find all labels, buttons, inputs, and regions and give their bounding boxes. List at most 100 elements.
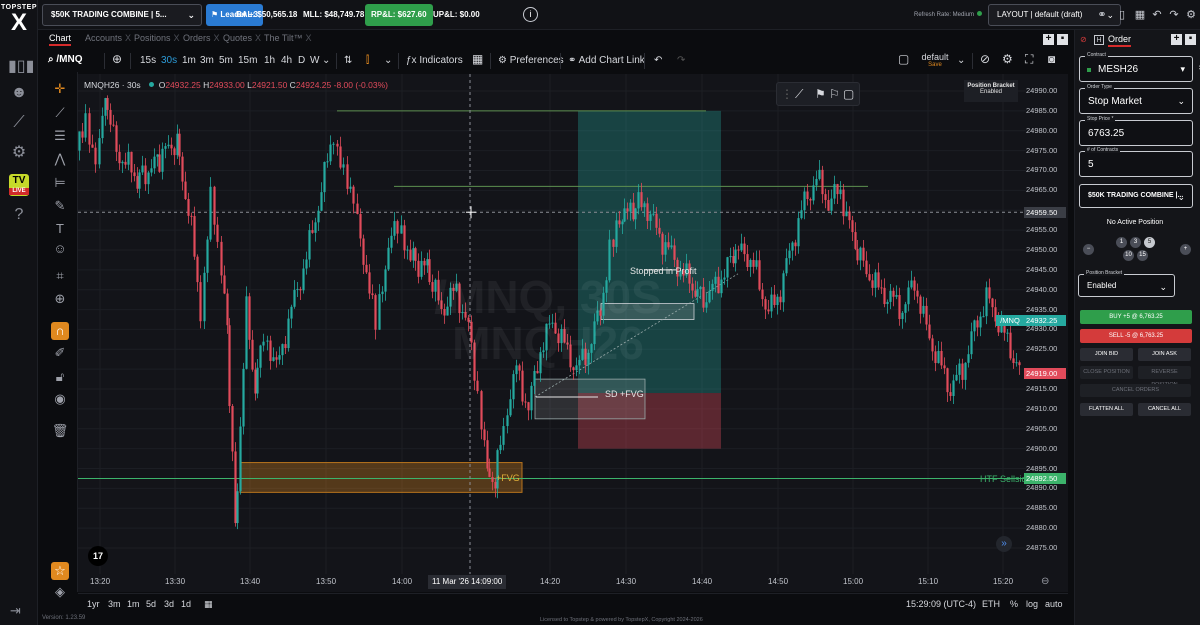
tab-order[interactable]: Order — [1108, 34, 1132, 47]
increase-qty-button[interactable]: + — [1180, 244, 1191, 255]
range-3d[interactable]: 3d — [164, 599, 174, 609]
range-1m[interactable]: 1m — [127, 599, 140, 609]
zoom-icon[interactable]: ⊕ — [51, 290, 69, 308]
cancel-orders-button[interactable]: CANCEL ORDERS — [1080, 384, 1191, 397]
tab-chart[interactable]: Chart — [49, 33, 72, 46]
tf-5m[interactable]: 5m — [219, 55, 233, 66]
info-icon[interactable]: i — [523, 7, 538, 22]
range-5d[interactable]: 5d — [146, 599, 156, 609]
close-icon[interactable]: X — [306, 33, 312, 43]
layout-box-icon[interactable]: ▢ — [898, 52, 909, 66]
trendline-icon[interactable]: ⟋ — [51, 104, 69, 122]
settings-icon[interactable]: ⚙ — [1184, 8, 1198, 22]
layers-icon[interactable]: ◈ — [51, 583, 69, 601]
add-tab-button[interactable]: + — [1043, 34, 1054, 45]
tv-live-icon[interactable]: TV LIVE — [9, 174, 29, 196]
lock-icon[interactable]: 🔓︎ — [51, 368, 69, 386]
position-bracket-badge[interactable]: Position Bracket Enabled — [964, 80, 1018, 102]
gear-icon[interactable]: ⚙ — [8, 142, 30, 164]
tab-orders[interactable]: Orders X — [183, 33, 220, 43]
tab-accounts[interactable]: Accounts X — [85, 33, 131, 43]
tf-3m[interactable]: 3m — [200, 55, 214, 66]
tf-30s[interactable]: 30s — [161, 55, 177, 66]
flatten-all-button[interactable]: FLATTEN ALL — [1080, 403, 1133, 416]
close-icon[interactable]: X — [125, 33, 131, 43]
maximize-button[interactable]: ▪ — [1057, 34, 1068, 45]
eye-icon[interactable]: ◉ — [51, 390, 69, 408]
tf-1m[interactable]: 1m — [182, 55, 196, 66]
candle-type-icon[interactable]: ⫿ — [366, 55, 369, 66]
marker-tool-icon[interactable]: ⚐ — [829, 87, 840, 101]
range-3m[interactable]: 3m — [108, 599, 121, 609]
account-select[interactable]: $50K TRADING COMBINE | 5... ⌄ — [42, 4, 202, 26]
range-1d[interactable]: 1d — [181, 599, 191, 609]
position-bracket-select[interactable]: Position Bracket Enabled ⌄ — [1078, 270, 1175, 297]
close-icon[interactable]: X — [255, 33, 261, 43]
gear-icon[interactable]: ⚙ — [1002, 52, 1013, 66]
undo-icon[interactable]: ↶ — [654, 55, 662, 66]
alert-icon[interactable]: ⊘ — [980, 52, 990, 66]
lock-drawing-icon[interactable]: ✐ — [51, 344, 69, 362]
decrease-qty-button[interactable]: − — [1083, 244, 1094, 255]
star-icon[interactable]: ☆ — [51, 562, 69, 580]
layout-name[interactable]: default Save — [920, 52, 950, 68]
tf-d[interactable]: D — [298, 55, 305, 66]
magnet-icon[interactable]: ∩ — [51, 322, 69, 340]
undo-icon[interactable]: ↶ — [1150, 8, 1164, 22]
auto-toggle[interactable]: auto — [1045, 599, 1063, 609]
scroll-to-realtime-icon[interactable]: » — [996, 536, 1012, 552]
preferences-button[interactable]: ⚙ Preferences — [498, 55, 564, 66]
axis-settings-icon[interactable]: ⊖ — [1041, 576, 1049, 587]
bar-type-icon[interactable]: ⇅ — [344, 55, 352, 66]
price-axis[interactable]: 24990.00 24985.00 24980.00 24975.00 24970.00… — [996, 74, 1068, 592]
qty-preset-3[interactable]: 3 — [1130, 237, 1141, 248]
indicators-button[interactable]: ƒx Indicators — [406, 55, 463, 66]
trend-icon[interactable]: ⟋ — [8, 112, 30, 134]
phone-icon[interactable]: ▯ — [1115, 8, 1129, 22]
qty-preset-5[interactable]: 5 — [1144, 237, 1155, 248]
help-icon[interactable]: ? — [8, 204, 30, 226]
redo-icon[interactable]: ↷ — [677, 55, 685, 66]
close-icon[interactable]: X — [214, 33, 220, 43]
chevron-down-icon[interactable]: ⌄ — [322, 55, 330, 66]
calendar-icon[interactable]: ▦ — [1133, 8, 1147, 22]
time-axis[interactable]: 15:20 15:10 15:00 14:50 14:40 14:30 14:20 14:00… — [78, 574, 1026, 592]
clock[interactable]: 15:29:09 (UTC-4) — [906, 599, 976, 609]
qty-preset-10[interactable]: 10 — [1123, 250, 1134, 261]
crosshair-icon[interactable]: ✛ — [51, 80, 69, 98]
stop-price-field[interactable]: Stop Price * 6763.25 — [1079, 116, 1193, 146]
chart-link-button[interactable]: ⚭ Add Chart Link — [568, 55, 645, 66]
price-chart[interactable]: MNQH26 · 30s O24932.25 H24933.00 L24921.5… — [78, 74, 1068, 592]
text-icon[interactable]: T — [51, 220, 69, 238]
pattern-icon[interactable]: ⋀ — [51, 150, 69, 168]
rect-tool-icon[interactable]: ▢ — [843, 87, 854, 101]
join-bid-button[interactable]: JOIN BID — [1080, 348, 1133, 361]
emoji-icon[interactable]: ☺ — [51, 240, 69, 258]
contract-select[interactable]: Contract MESH26 ▾ ⚙ — [1079, 52, 1200, 82]
close-icon[interactable]: X — [174, 33, 180, 43]
tf-w[interactable]: W — [310, 55, 319, 66]
logout-icon[interactable]: ⇥ — [10, 603, 28, 619]
tab-positions[interactable]: Positions X — [134, 33, 180, 43]
qty-preset-15[interactable]: 15 — [1137, 250, 1148, 261]
join-ask-button[interactable]: JOIN ASK — [1138, 348, 1191, 361]
tab-the-tilt[interactable]: The Tilt™ X — [264, 33, 312, 43]
cancel-all-button[interactable]: CANCEL ALL — [1138, 403, 1191, 416]
measure-icon[interactable]: ⊨ — [51, 174, 69, 192]
redo-icon[interactable]: ↷ — [1167, 8, 1181, 22]
range-1yr[interactable]: 1yr — [87, 599, 100, 609]
percent-toggle[interactable]: % — [1010, 599, 1018, 609]
ruler-icon[interactable]: ⌗ — [51, 267, 69, 285]
contracts-field[interactable]: # of Contracts 5 — [1079, 147, 1193, 177]
tf-15m[interactable]: 15m — [238, 55, 257, 66]
order-type-select[interactable]: Order Type Stop Market ⌄ — [1079, 84, 1193, 114]
trash-icon[interactable]: 🗑︎ — [51, 422, 69, 440]
tab-quotes[interactable]: Quotes X — [223, 33, 261, 43]
qty-preset-1[interactable]: 1 — [1116, 237, 1127, 248]
chevron-down-icon[interactable]: ⌄ — [384, 55, 392, 66]
add-symbol-icon[interactable]: ⊕ — [112, 52, 122, 66]
fib-icon[interactable]: ☰ — [51, 127, 69, 145]
add-panel-button[interactable]: + — [1171, 34, 1182, 45]
candles-icon[interactable]: ▮▯▮ — [8, 56, 34, 78]
close-position-button[interactable]: CLOSE POSITION — [1080, 366, 1133, 379]
